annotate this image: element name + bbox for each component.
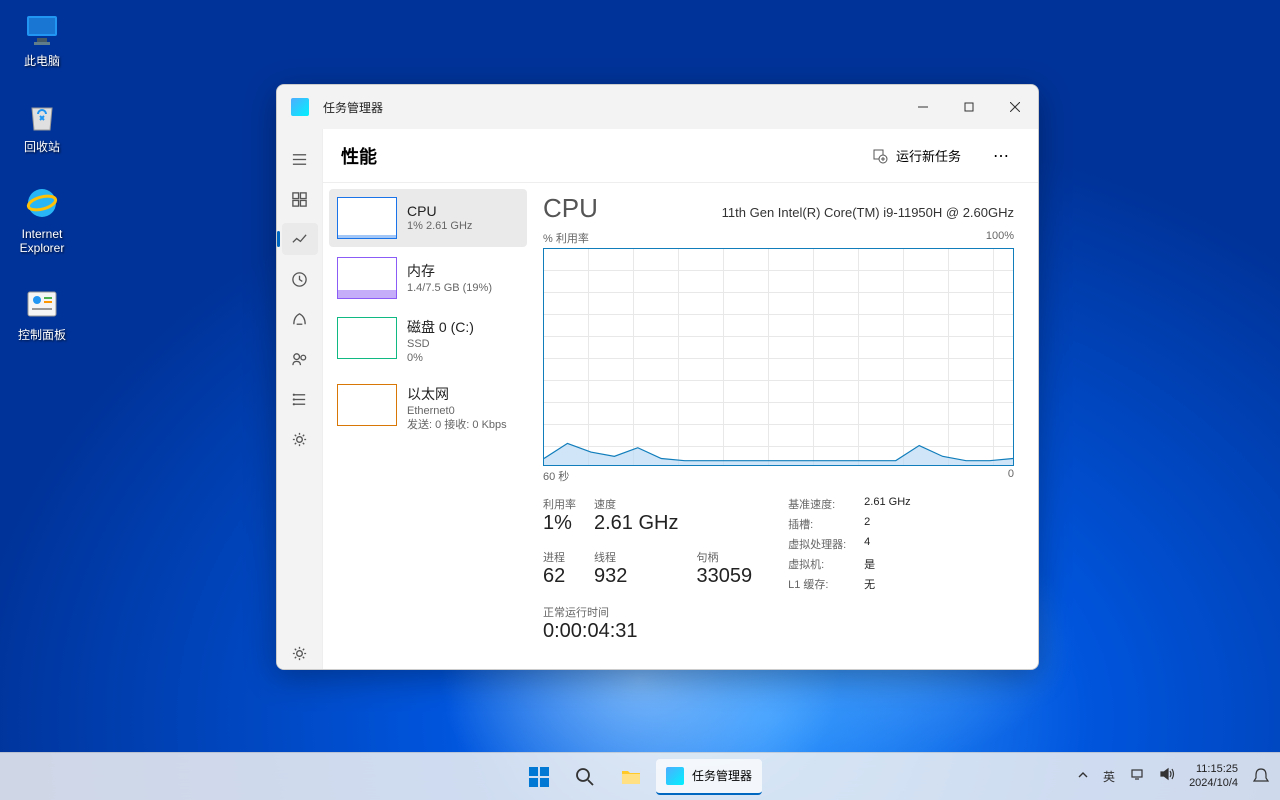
chart-xmin: 0: [1008, 468, 1014, 484]
desktop-icon-recycle-bin[interactable]: 回收站: [6, 96, 78, 154]
desktop-icon-this-pc[interactable]: 此电脑: [6, 10, 78, 68]
perf-item-cpu[interactable]: CPU 1% 2.61 GHz: [329, 189, 527, 247]
chart-xmax: 60 秒: [543, 468, 569, 484]
tray-overflow-button[interactable]: [1077, 768, 1089, 786]
disk-thumbnail: [337, 317, 397, 359]
start-button[interactable]: [518, 756, 560, 798]
minimize-button[interactable]: [900, 85, 946, 129]
ime-indicator[interactable]: 英: [1103, 768, 1115, 785]
notifications-button[interactable]: [1252, 767, 1272, 787]
taskbar-app-task-manager[interactable]: 任务管理器: [656, 759, 762, 795]
desktop-icon-control-panel[interactable]: 控制面板: [6, 284, 78, 342]
window-title: 任务管理器: [323, 99, 900, 116]
ethernet-thumbnail: [337, 384, 397, 426]
taskbar-center: 任务管理器: [518, 756, 762, 798]
close-button[interactable]: [992, 85, 1038, 129]
hamburger-button[interactable]: [282, 143, 318, 175]
taskbar: 任务管理器 英 11:15:25 2024/10/4: [0, 752, 1280, 800]
nav-services[interactable]: [282, 423, 318, 455]
nav-rail: [277, 129, 323, 669]
stats-left: 利用率1% 速度2.61 GHz 进程62 线程932 句柄33059: [543, 496, 752, 592]
task-manager-window: 任务管理器 性能 运行新任务: [276, 84, 1039, 670]
clock[interactable]: 11:15:25 2024/10/4: [1189, 763, 1238, 789]
desktop-icon-label: 控制面板: [18, 328, 66, 342]
nav-startup[interactable]: [282, 303, 318, 335]
volume-icon[interactable]: [1159, 766, 1175, 787]
stats-right: 基准速度:2.61 GHz 插槽:2 虚拟处理器:4 虚拟机:是 L1 缓存:无: [788, 496, 911, 592]
window-controls: [900, 85, 1038, 129]
titlebar[interactable]: 任务管理器: [277, 85, 1038, 129]
nav-settings[interactable]: [282, 637, 318, 669]
detail-title: CPU: [543, 193, 598, 224]
run-new-task-button[interactable]: 运行新任务: [862, 140, 971, 171]
more-button[interactable]: ⋯: [983, 140, 1020, 172]
cpu-utilization-chart[interactable]: [543, 248, 1014, 466]
uptime-label: 正常运行时间: [543, 604, 1014, 620]
chart-ymax: 100%: [986, 230, 1014, 246]
maximize-button[interactable]: [946, 85, 992, 129]
memory-thumbnail: [337, 257, 397, 299]
nav-app-history[interactable]: [282, 263, 318, 295]
ie-icon: [22, 183, 62, 223]
desktop-icon-internet-explorer[interactable]: Internet Explorer: [6, 183, 78, 256]
perf-item-ethernet[interactable]: 以太网 Ethernet0 发送: 0 接收: 0 Kbps: [329, 376, 527, 441]
nav-users[interactable]: [282, 343, 318, 375]
run-task-icon: [872, 148, 888, 164]
nav-processes[interactable]: [282, 183, 318, 215]
content-header: 性能 运行新任务 ⋯: [323, 129, 1038, 183]
desktop-icon-label: 回收站: [24, 140, 60, 154]
desktop-icons: 此电脑 回收站 Internet Explorer 控制面板: [6, 10, 78, 342]
control-panel-icon: [22, 284, 62, 324]
app-icon: [291, 98, 309, 116]
performance-list: CPU 1% 2.61 GHz 内存 1.4/7.5 GB (19%): [323, 183, 533, 669]
file-explorer-button[interactable]: [610, 756, 652, 798]
detail-panel: CPU 11th Gen Intel(R) Core(TM) i9-11950H…: [533, 183, 1038, 669]
desktop-icon-label: Internet Explorer: [20, 227, 65, 256]
perf-item-disk[interactable]: 磁盘 0 (C:) SSD 0%: [329, 309, 527, 374]
system-tray: 英 11:15:25 2024/10/4: [1077, 763, 1280, 789]
search-button[interactable]: [564, 756, 606, 798]
cpu-model: 11th Gen Intel(R) Core(TM) i9-11950H @ 2…: [722, 205, 1014, 220]
page-title: 性能: [341, 143, 862, 169]
nav-performance[interactable]: [282, 223, 318, 255]
chart-ylabel: % 利用率: [543, 230, 589, 246]
cpu-thumbnail: [337, 197, 397, 239]
perf-item-memory[interactable]: 内存 1.4/7.5 GB (19%): [329, 249, 527, 307]
desktop-icon-label: 此电脑: [24, 54, 60, 68]
recycle-bin-icon: [22, 96, 62, 136]
task-manager-icon: [666, 767, 684, 785]
nav-details[interactable]: [282, 383, 318, 415]
uptime-value: 0:00:04:31: [543, 620, 1014, 643]
network-icon[interactable]: [1129, 766, 1145, 787]
monitor-icon: [22, 10, 62, 50]
